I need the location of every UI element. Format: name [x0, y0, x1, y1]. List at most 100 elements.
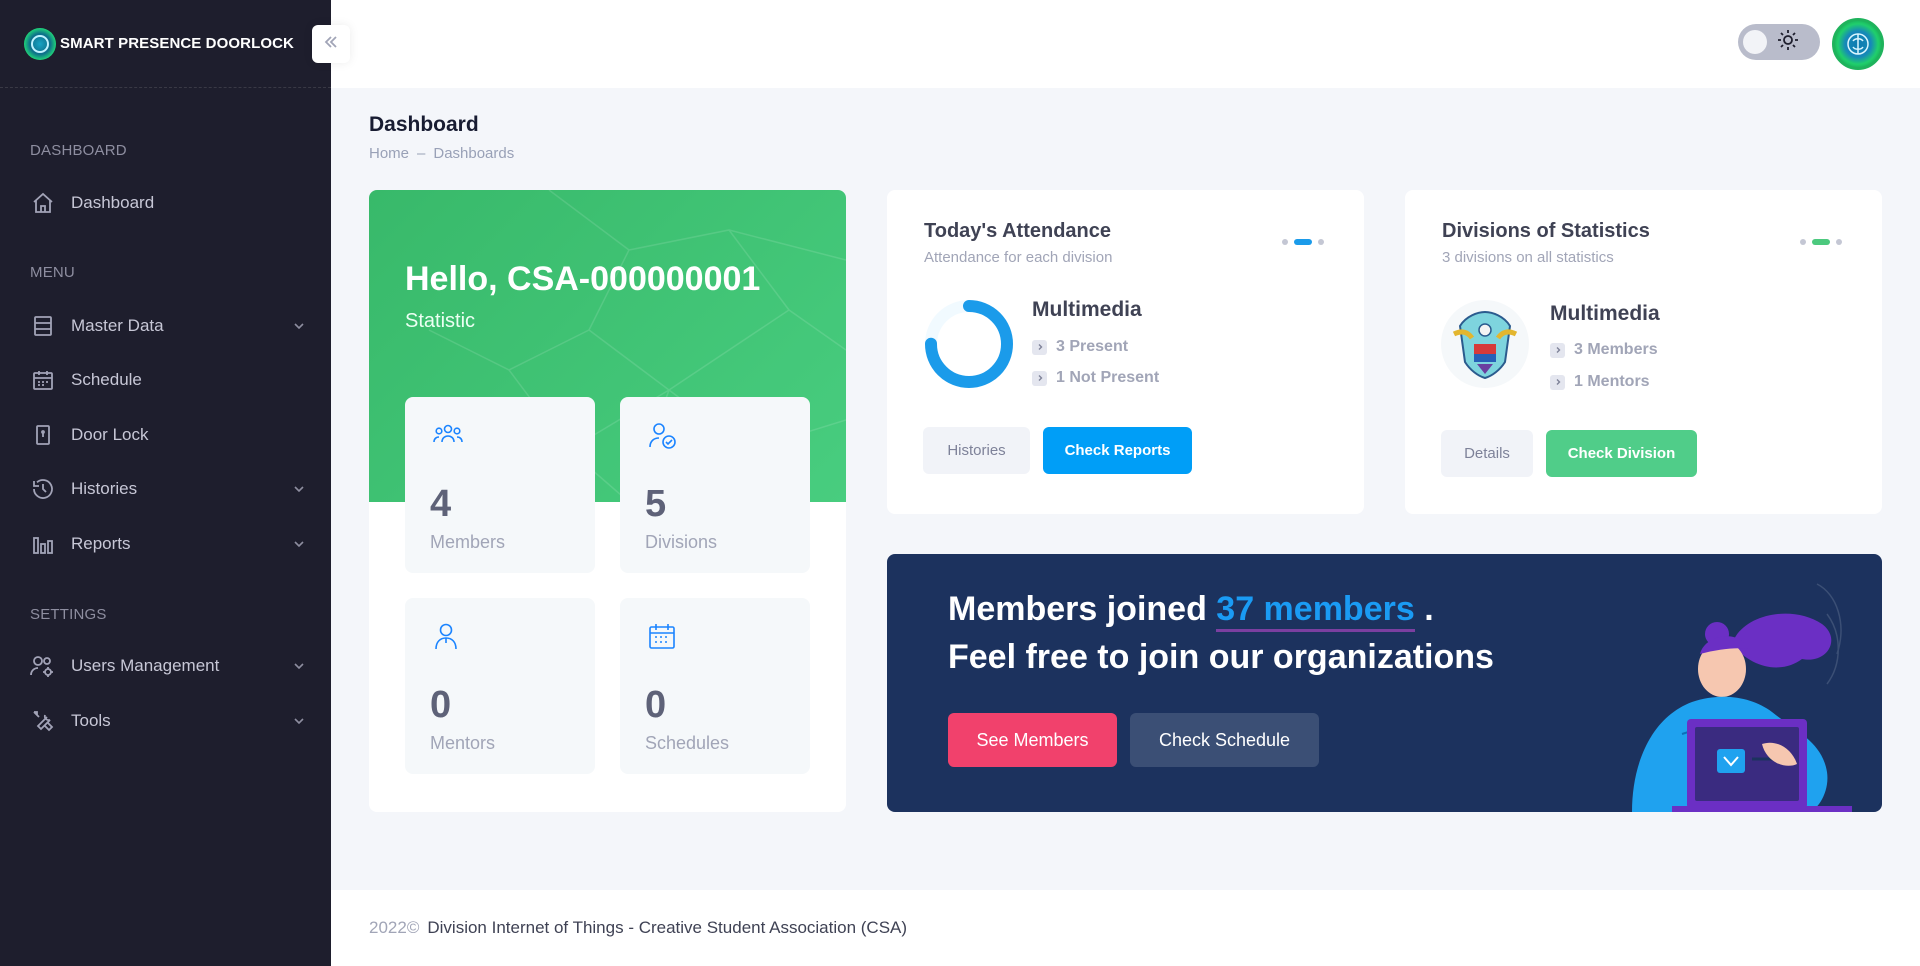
sidebar-item-label: Dashboard [71, 193, 155, 212]
sidebar-item-users-management[interactable]: Users Management [30, 646, 306, 686]
card-title: Divisions of Statistics [1442, 220, 1650, 242]
sidebar-item-dashboard[interactable]: Dashboard [30, 183, 306, 223]
bar-chart-icon [30, 531, 56, 557]
histories-button[interactable]: Histories [923, 427, 1030, 474]
statistics-card: Hello, CSA-000000001 Statistic 4 Members… [369, 190, 846, 812]
see-members-button[interactable]: See Members [948, 713, 1117, 767]
stat-divisions[interactable]: 5 Divisions [620, 397, 810, 573]
stat-value: 0 [645, 684, 667, 726]
members-count-link[interactable]: 37 members [1216, 590, 1415, 632]
promo-subheadline: Feel free to join our organizations [948, 638, 1494, 676]
card-subtitle: 3 divisions on all statistics [1442, 249, 1614, 266]
carousel-indicators[interactable] [1282, 239, 1324, 245]
user-check-icon [648, 421, 678, 456]
attendance-card: Today's Attendance Attendance for each d… [887, 190, 1364, 514]
brand: SMART PRESENCE DOORLOCK [0, 0, 331, 88]
breadcrumb: Home – Dashboards [369, 145, 514, 162]
carousel-dot[interactable] [1282, 239, 1288, 245]
divisions-card: Divisions of Statistics 3 divisions on a… [1405, 190, 1882, 514]
sidebar-item-master-data[interactable]: Master Data [30, 306, 306, 346]
sidebar-collapse-button[interactable] [312, 25, 350, 63]
door-icon [30, 422, 56, 448]
chevron-down-icon [292, 713, 306, 733]
chevron-down-icon [292, 536, 306, 556]
chevron-down-icon [292, 318, 306, 338]
chevron-down-icon [292, 481, 306, 501]
sidebar-item-histories[interactable]: Histories [30, 469, 306, 509]
sidebar-item-tools[interactable]: Tools [30, 701, 306, 741]
footer-org[interactable]: Division Internet of Things - Creative S… [427, 918, 907, 937]
avatar[interactable] [1832, 18, 1884, 70]
chevron-right-icon [1032, 339, 1047, 355]
group-icon [433, 421, 463, 452]
promo-headline: Members joined 37 members . [948, 590, 1434, 632]
user-icon [433, 622, 459, 655]
check-division-button[interactable]: Check Division [1546, 430, 1697, 477]
sidebar-item-label: Tools [71, 711, 111, 730]
sidebar: SMART PRESENCE DOORLOCK DASHBOARD Dashbo… [0, 0, 331, 966]
calendar-icon [30, 367, 56, 393]
carousel-dot-active[interactable] [1812, 239, 1830, 245]
sidebar-item-label: Users Management [71, 656, 220, 675]
carousel-dot[interactable] [1318, 239, 1324, 245]
not-present-count: 1 Not Present [1032, 369, 1159, 387]
stat-members[interactable]: 4 Members [405, 397, 595, 573]
theme-toggle[interactable] [1738, 24, 1820, 60]
carousel-dot[interactable] [1836, 239, 1842, 245]
breadcrumb-home[interactable]: Home [369, 145, 409, 162]
history-icon [30, 476, 56, 502]
sun-icon [1777, 29, 1799, 56]
footer-text: 2022© Division Internet of Things - Creat… [369, 918, 907, 938]
section-label-settings: SETTINGS [30, 606, 107, 623]
database-icon [30, 313, 56, 339]
footer-year: 2022© [369, 918, 420, 937]
home-icon [30, 190, 56, 216]
person-laptop-illustration [1632, 583, 1852, 812]
check-schedule-button[interactable]: Check Schedule [1130, 713, 1319, 767]
sidebar-item-label: Door Lock [71, 425, 149, 444]
stat-value: 5 [645, 483, 667, 525]
mentors-count: 1 Mentors [1550, 373, 1650, 391]
stat-value: 4 [430, 483, 452, 525]
stat-mentors[interactable]: 0 Mentors [405, 598, 595, 774]
stat-value: 0 [430, 684, 452, 726]
chevron-right-icon [1032, 370, 1047, 386]
check-reports-button[interactable]: Check Reports [1043, 427, 1192, 474]
sidebar-item-label: Schedule [71, 370, 142, 389]
tools-icon [30, 708, 56, 734]
footer: 2022© Division Internet of Things - Creat… [331, 890, 1920, 966]
welcome-greeting: Hello, CSA-000000001 [405, 260, 761, 298]
division-emblem-icon [1452, 310, 1518, 380]
carousel-dot[interactable] [1800, 239, 1806, 245]
breadcrumb-separator: – [417, 145, 426, 162]
double-chevron-left-icon [322, 33, 340, 56]
details-button[interactable]: Details [1441, 430, 1533, 477]
chevron-right-icon [1550, 374, 1565, 390]
stat-label: Divisions [645, 532, 718, 552]
stat-label: Schedules [645, 733, 730, 753]
present-count: 3 Present [1032, 338, 1128, 356]
calendar-icon [648, 622, 676, 655]
topbar [331, 0, 1920, 88]
carousel-dot-active[interactable] [1294, 239, 1312, 245]
carousel-indicators[interactable] [1800, 239, 1842, 245]
members-promo-banner: Members joined 37 members . Feel free to… [887, 554, 1882, 812]
chevron-down-icon [292, 658, 306, 678]
division-name: Multimedia [1550, 302, 1660, 325]
sidebar-item-label: Histories [71, 479, 138, 498]
sidebar-item-door-lock[interactable]: Door Lock [30, 415, 306, 455]
attendance-division-name: Multimedia [1032, 298, 1142, 321]
sidebar-item-reports[interactable]: Reports [30, 524, 306, 564]
card-subtitle: Attendance for each division [924, 249, 1113, 266]
users-gear-icon [30, 653, 56, 679]
sidebar-item-label: Master Data [71, 316, 164, 335]
sidebar-item-label: Reports [71, 534, 131, 553]
sidebar-item-schedule[interactable]: Schedule [30, 360, 306, 400]
attendance-progress-ring [925, 300, 1013, 388]
page-title: Dashboard [369, 113, 479, 136]
toggle-knob [1743, 30, 1767, 54]
chevron-right-icon [1550, 342, 1565, 358]
breadcrumb-current: Dashboards [433, 145, 515, 162]
welcome-subtitle: Statistic [405, 310, 476, 332]
stat-schedules[interactable]: 0 Schedules [620, 598, 810, 774]
